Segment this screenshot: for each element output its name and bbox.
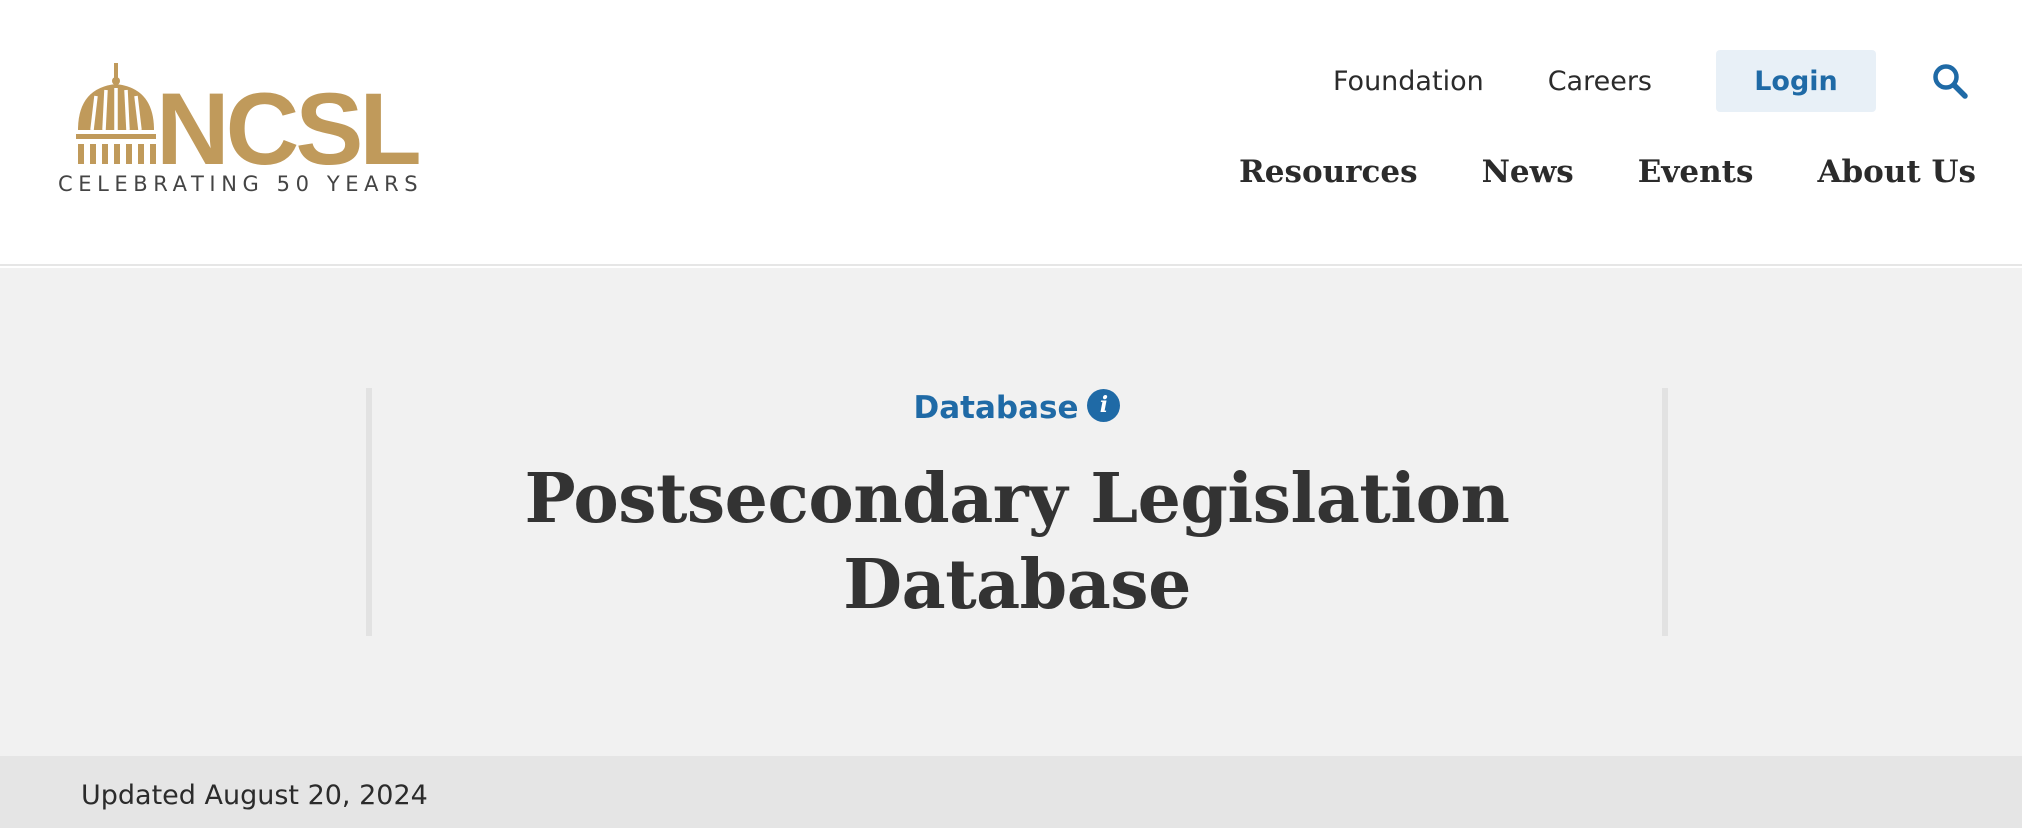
utility-nav: Foundation Careers Login: [1333, 50, 1970, 112]
search-icon: [1933, 64, 1968, 99]
hero-content: Database i Postsecondary Legislation Dat…: [372, 386, 1662, 628]
main-nav: Resources News Events About Us: [1239, 148, 1976, 196]
content-type-label: Database: [913, 390, 1079, 426]
main-nav-resources[interactable]: Resources: [1239, 154, 1418, 190]
page-title-line-1: Postsecondary Legislation: [524, 459, 1510, 539]
page-title: Postsecondary Legislation Database: [372, 456, 1662, 628]
login-button[interactable]: Login: [1716, 50, 1876, 112]
hero-divider-right: [1662, 388, 1668, 636]
capitol-dome-logo-mark: NCSL: [76, 63, 423, 170]
site-header: NCSL CELEBRATING 50 YEARS Foundation Car…: [0, 0, 2022, 266]
careers-link[interactable]: Careers: [1548, 66, 1652, 97]
updated-bar: Updated August 20, 2024: [0, 756, 2022, 828]
main-nav-news[interactable]: News: [1482, 154, 1574, 190]
content-type: Database i: [914, 386, 1121, 430]
logo-tagline: CELEBRATING 50 YEARS: [58, 172, 424, 196]
info-icon[interactable]: i: [1087, 388, 1121, 422]
updated-date: Updated August 20, 2024: [81, 780, 428, 811]
foundation-link[interactable]: Foundation: [1333, 66, 1484, 97]
ncsl-logo[interactable]: NCSL CELEBRATING 50 YEARS: [58, 60, 424, 200]
main-nav-about-us[interactable]: About Us: [1817, 154, 1976, 190]
main-nav-events[interactable]: Events: [1638, 154, 1754, 190]
search-button[interactable]: [1930, 61, 1970, 101]
page-title-line-2: Database: [843, 545, 1191, 625]
page-hero: Database i Postsecondary Legislation Dat…: [0, 268, 2022, 756]
svg-text:NCSL: NCSL: [156, 72, 419, 170]
